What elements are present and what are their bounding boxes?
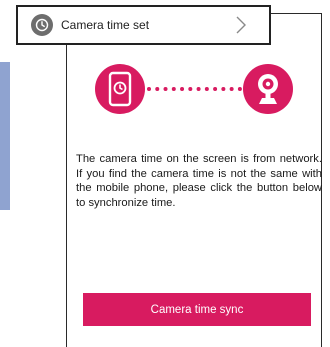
screen: Camera time set The camera time on the s… (0, 0, 330, 347)
header-title: Camera time set (61, 18, 150, 32)
clock-icon (31, 14, 53, 36)
connection-dotted-line (147, 87, 242, 91)
chevron-right-icon[interactable] (227, 6, 255, 44)
sync-illustration (92, 60, 293, 120)
camera-time-set-row[interactable]: Camera time set (16, 5, 271, 45)
side-accent-strip (0, 62, 10, 210)
phone-clock-icon (95, 64, 145, 114)
sync-description: The camera time on the screen is from ne… (76, 153, 322, 209)
camera-time-sync-button[interactable]: Camera time sync (83, 293, 311, 326)
camera-icon (243, 64, 293, 114)
